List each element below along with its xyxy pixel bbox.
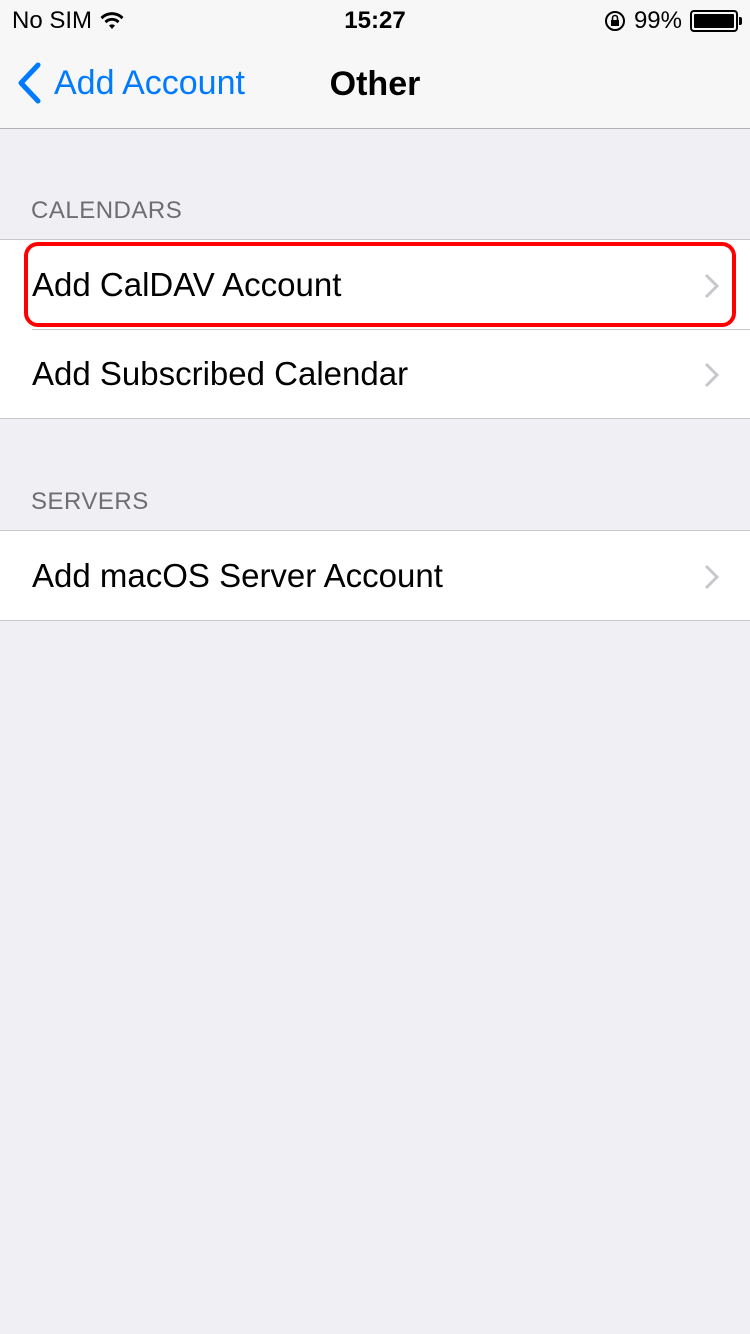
orientation-lock-icon bbox=[604, 11, 625, 31]
navigation-bar: Add Account Other bbox=[0, 40, 750, 129]
chevron-right-icon bbox=[704, 564, 720, 590]
add-macos-server-account-row[interactable]: Add macOS Server Account bbox=[0, 531, 750, 620]
section-header-servers: SERVERS bbox=[31, 488, 149, 515]
row-label: Add macOS Server Account bbox=[32, 556, 443, 594]
add-subscribed-calendar-row[interactable]: Add Subscribed Calendar bbox=[0, 329, 750, 418]
servers-group: Add macOS Server Account bbox=[0, 530, 750, 621]
battery-percent: 99% bbox=[633, 7, 682, 34]
status-bar: No SIM 15:27 99% bbox=[0, 0, 750, 40]
highlight-box bbox=[24, 242, 736, 327]
chevron-right-icon bbox=[704, 362, 720, 388]
section-header-calendars: CALENDARS bbox=[31, 197, 183, 224]
battery-icon bbox=[690, 10, 742, 32]
page-title: Other bbox=[329, 65, 421, 103]
row-label: Add Subscribed Calendar bbox=[32, 354, 409, 392]
